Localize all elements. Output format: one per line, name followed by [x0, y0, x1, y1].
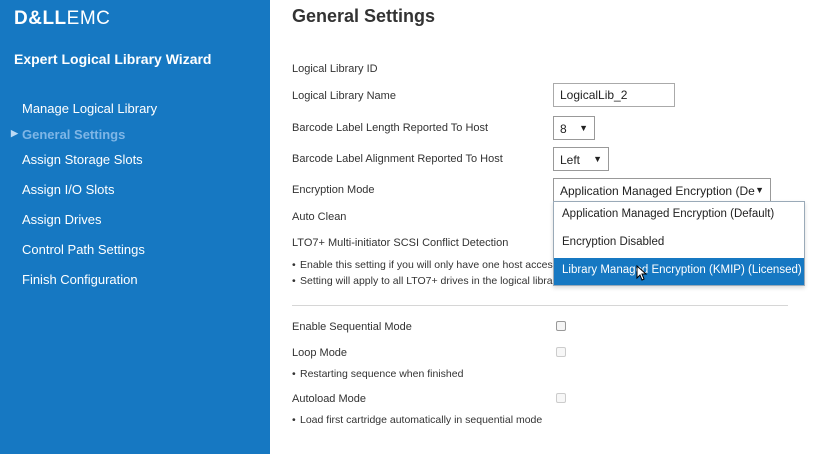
caret-down-icon: ▼ — [593, 154, 602, 164]
encryption-mode-select[interactable]: Application Managed Encryption (De ▼ — [553, 178, 771, 202]
encryption-option-library-managed[interactable]: Library Managed Encryption (KMIP) (Licen… — [554, 258, 804, 285]
wizard-title: Expert Logical Library Wizard — [14, 51, 212, 67]
loop-mode-checkbox[interactable] — [556, 347, 566, 357]
library-id-label: Logical Library ID — [292, 63, 378, 75]
lto7-conflict-detection-label: LTO7+ Multi-initiator SCSI Conflict Dete… — [292, 237, 509, 249]
loop-mode-label: Loop Mode — [292, 347, 348, 359]
nav-item-assign-storage-slots[interactable]: Assign Storage Slots — [22, 152, 143, 167]
autoload-mode-checkbox[interactable] — [556, 393, 566, 403]
barcode-length-value: 8 — [560, 122, 567, 136]
sidebar: D&LLEMC Expert Logical Library Wizard Ma… — [0, 0, 270, 454]
encryption-mode-value: Application Managed Encryption (De — [560, 184, 755, 198]
logo-emc-text: EMC — [66, 8, 111, 29]
barcode-alignment-value: Left — [560, 153, 581, 167]
nav-item-assign-drives[interactable]: Assign Drives — [22, 212, 101, 227]
triangle-right-icon: ▶ — [11, 128, 18, 138]
auto-clean-label: Auto Clean — [292, 211, 347, 223]
mouse-pointer-icon — [636, 265, 648, 281]
main-content: General Settings Logical Library ID Logi… — [270, 0, 818, 454]
autoload-mode-label: Autoload Mode — [292, 393, 366, 405]
caret-down-icon: ▼ — [755, 185, 764, 195]
library-name-label: Logical Library Name — [292, 90, 396, 102]
nav-item-label: General Settings — [22, 127, 126, 142]
section-divider — [292, 305, 788, 306]
page-title: General Settings — [292, 6, 436, 26]
nav-item-finish-configuration[interactable]: Finish Configuration — [22, 272, 138, 287]
logo-dell-text: D&LL — [14, 8, 67, 29]
autoload-mode-note: Load first cartridge automatically in se… — [292, 414, 542, 426]
library-name-input[interactable]: LogicalLib_2 — [553, 83, 675, 107]
encryption-mode-dropdown: Application Managed Encryption (Default)… — [553, 201, 805, 286]
caret-down-icon: ▼ — [579, 123, 588, 133]
nav-item-manage-logical-library[interactable]: Manage Logical Library — [22, 101, 157, 116]
nav-item-control-path-settings[interactable]: Control Path Settings — [22, 242, 145, 257]
barcode-length-label: Barcode Label Length Reported To Host — [292, 122, 489, 134]
sequential-mode-label: Enable Sequential Mode — [292, 321, 412, 333]
lto7-note-2: Setting will apply to all LTO7+ drives i… — [292, 275, 553, 287]
encryption-mode-label: Encryption Mode — [292, 184, 375, 196]
barcode-length-select[interactable]: 8 ▼ — [553, 116, 595, 140]
barcode-alignment-label: Barcode Label Alignment Reported To Host — [292, 153, 503, 165]
nav-item-assign-io-slots[interactable]: Assign I/O Slots — [22, 182, 114, 197]
encryption-option-disabled[interactable]: Encryption Disabled — [554, 230, 804, 257]
sequential-mode-checkbox[interactable] — [556, 321, 566, 331]
nav-item-general-settings[interactable]: ▶ General Settings — [11, 127, 126, 142]
lto7-note-1: Enable this setting if you will only hav… — [292, 259, 558, 271]
encryption-option-application-managed[interactable]: Application Managed Encryption (Default) — [554, 202, 804, 229]
barcode-alignment-select[interactable]: Left ▼ — [553, 147, 609, 171]
loop-mode-note: Restarting sequence when finished — [292, 368, 463, 380]
dell-emc-logo: D&LLEMC — [14, 8, 110, 30]
